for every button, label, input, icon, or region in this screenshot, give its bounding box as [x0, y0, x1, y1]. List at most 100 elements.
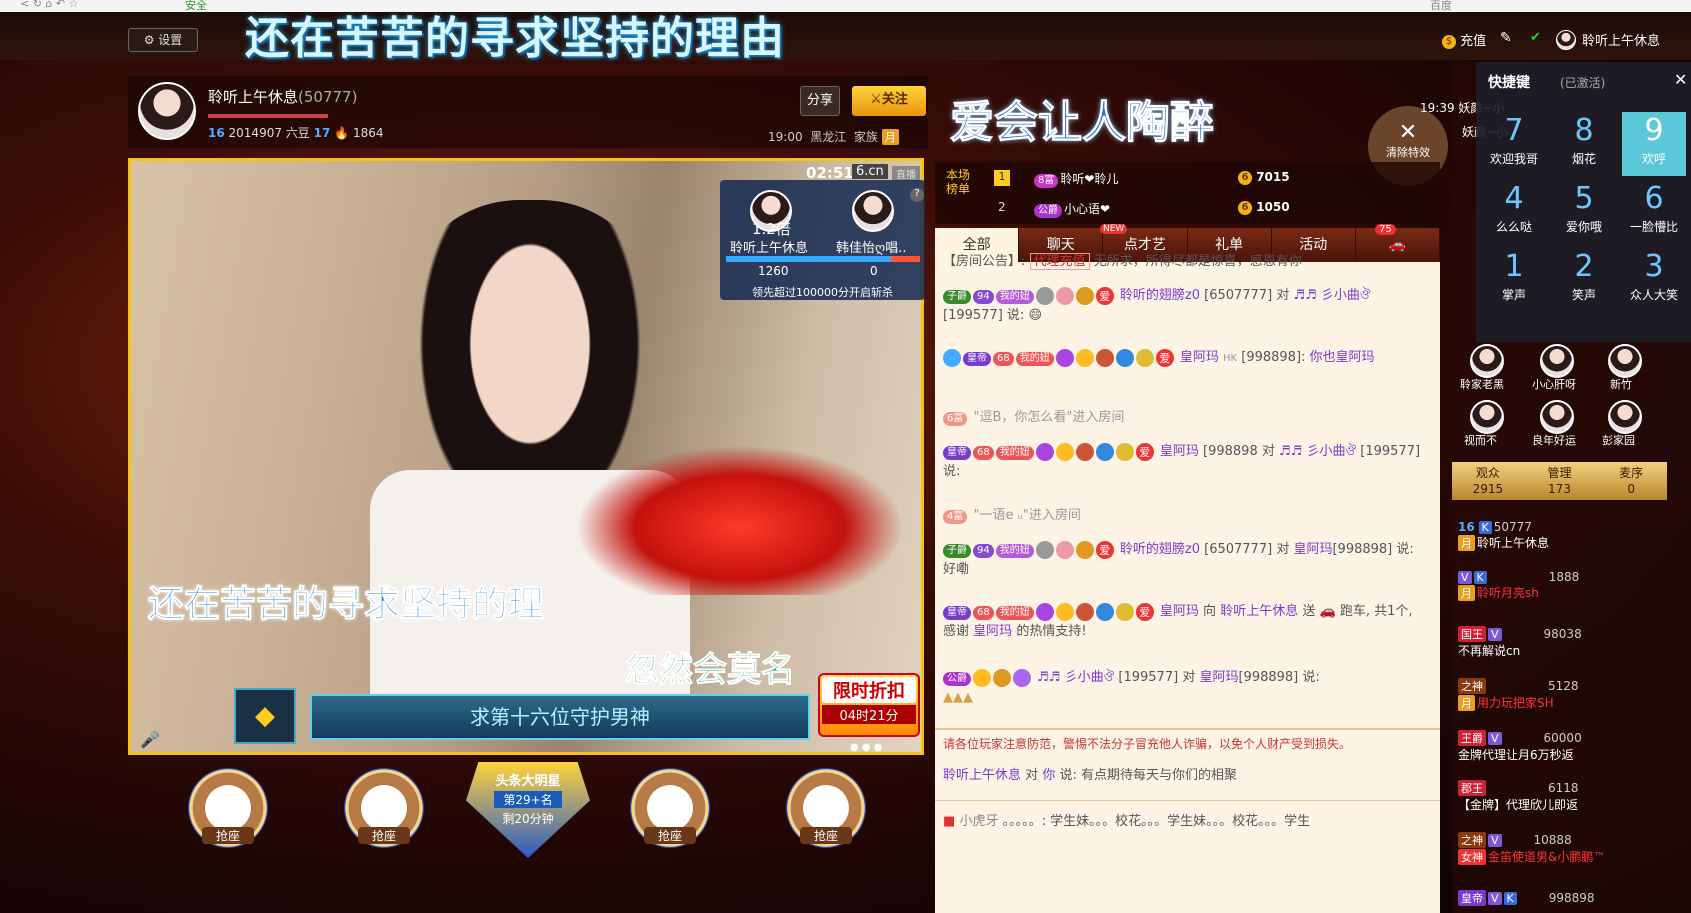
user-row-8[interactable]: 皇帝 V K 998898	[1458, 890, 1678, 906]
seat-2[interactable]: 抢座	[344, 768, 424, 848]
guard-name-1: 聆家老黑	[1460, 378, 1504, 391]
private-message: 聆听上午休息 对 你 说: 有点期待每天与你们的相聚	[943, 768, 1238, 783]
anchor-name-row: 聆听上午休息(50777)	[208, 86, 357, 107]
enter-message-2: 4富 "一语e ᵤ"进入房间	[943, 506, 1428, 526]
user-row-1[interactable]: 16 K 50777 月聆听上午休息	[1458, 520, 1678, 551]
pk-bar-fill	[726, 256, 891, 262]
guard-avatar-4[interactable]	[1470, 400, 1504, 434]
user-row-3[interactable]: 国王 V 98038 不再解说cn	[1458, 626, 1678, 659]
hotkey-1[interactable]: 1 掌声	[1482, 248, 1546, 312]
follow-button[interactable]: ⚔关注	[852, 86, 926, 116]
marquee: ■ 小虎牙 。。。。。: 学生妹。。。校花。。。学生妹。。。校花。。。学生	[943, 814, 1311, 829]
input-divider	[935, 800, 1440, 801]
seat-4[interactable]: 抢座	[786, 768, 866, 848]
back-icon[interactable]: < ↻ ⌂ ↶ ☆	[20, 0, 78, 10]
lyric-line-1: 还在苦苦的寻求坚持的理	[147, 584, 545, 626]
tab-admin[interactable]: 管理 173	[1524, 462, 1596, 500]
user-row-6[interactable]: 郡王 6118 【金牌】代理欣儿即返	[1458, 780, 1678, 813]
hotkey-8[interactable]: 8 烟花	[1552, 112, 1616, 176]
anchor-stats: 16 2014907 六豆 17 🔥 1864	[208, 124, 383, 141]
check-icon[interactable]: ✔	[1530, 30, 1541, 45]
guard-avatar-3[interactable]	[1608, 344, 1642, 378]
clap-emoji: ▲▲▲	[943, 690, 973, 705]
rank-label[interactable]: 本场榜单	[946, 168, 976, 196]
warning-text: 请各位玩家注意防范，警惕不法分子冒充他人诈骗，以免个人财产受到损失。	[943, 737, 1352, 751]
swords-icon: ⚔	[870, 92, 882, 107]
user-avatar[interactable]	[1556, 30, 1576, 50]
enter-message-1: 6富 "逗B，你怎么看"进入房间	[943, 408, 1428, 428]
guard-banner[interactable]: 求第十六位守护男神	[310, 694, 810, 740]
recharge-button[interactable]: $ 充值	[1442, 30, 1486, 49]
rank-row-2[interactable]: 公爵 小心语❤	[1034, 200, 1110, 218]
mic-icon[interactable]: 🎤	[140, 730, 160, 749]
level-left: 16	[208, 126, 225, 140]
seat-1[interactable]: 抢座	[188, 768, 268, 848]
pk-note: 领先超过100000分开启斩杀	[752, 286, 893, 299]
top-username[interactable]: 聆听上午休息	[1582, 30, 1660, 49]
baidu-label[interactable]: 百度	[1430, 0, 1452, 12]
room-notice: 【房间公告】: 代理充值 无所求，所得尽都是惊喜，感恩有你	[943, 253, 1302, 270]
notice-tag[interactable]: 代理充值	[1029, 253, 1090, 270]
level-progress	[208, 114, 328, 118]
tab-audience[interactable]: 观众 2915	[1452, 462, 1524, 500]
guard-name-6: 彭家园	[1602, 434, 1635, 447]
rank-num-2: 2	[998, 200, 1006, 214]
pk-left-name: 聆听上午休息	[730, 241, 809, 256]
user-row-7[interactable]: 之神 V 10888 女神 金笛使道男&小鹏鹏™	[1458, 832, 1678, 865]
love-icon: 爱	[1095, 286, 1114, 305]
hotkey-close-icon[interactable]: ✕	[1674, 70, 1687, 89]
hotkey-9[interactable]: 9 欢呼	[1622, 112, 1686, 176]
coin-icon: $	[1442, 34, 1456, 49]
hotkey-7[interactable]: 7 欢迎我哥	[1482, 112, 1546, 176]
rank-row-1[interactable]: 8富 聆听❤聆儿	[1034, 170, 1118, 188]
gift-message: 皇帝 68 我的妞爱 皇阿玛 向 聆听上午休息 送 🚗 跑车, 共1个, 感谢 皇阿…	[943, 602, 1413, 639]
car-badge: 75	[1375, 224, 1396, 235]
guard-name-4: 视而不	[1464, 434, 1497, 447]
chat-panel: 全部 聊天 点才艺 礼单 活动 🚗 NEW 75 【房间公告】: 代理充值 无所…	[935, 224, 1441, 913]
hotkey-6[interactable]: 6 一脸懵比	[1622, 180, 1686, 244]
guard-avatar-2[interactable]	[1540, 344, 1574, 378]
secure-label: 安全	[185, 0, 207, 12]
smile-emoji: 😄	[1028, 308, 1043, 323]
hotkey-panel: 快捷键 (已激活) ✕ 7 欢迎我哥 8 烟花 9 欢呼 4 么么哒 5 爱你哦 6 一脸懵…	[1476, 62, 1691, 342]
pk-right-name: 韩佳怡ღ唱..	[836, 241, 907, 256]
hotkey-state: (已激活)	[1560, 76, 1606, 90]
user-row-2[interactable]: V K 1888 月聆听月亮sh	[1458, 570, 1678, 601]
guard-grid: 聆家老黑 小心肝呀 新竹 视而不 良年好运 彭家园	[1460, 344, 1670, 456]
user-row-4[interactable]: 之神 5128 月用力玩把家SH	[1458, 678, 1678, 711]
discount-box[interactable]: 限时折扣 04时21分	[818, 673, 920, 737]
fire-count: 1864	[352, 126, 384, 140]
rank-num-1: 1	[994, 170, 1010, 186]
rank-coins-1: 6 7015	[1238, 170, 1290, 185]
carousel-dots[interactable]: ● ● ●	[850, 742, 883, 753]
user-row-5[interactable]: 王爵 V 60000 金牌代理让月6万秒返	[1458, 730, 1678, 763]
banner-title: 还在苦苦的寻求坚持的理由	[245, 13, 785, 64]
hotkey-3[interactable]: 3 众人大笑	[1622, 248, 1686, 312]
chat-message-1: 子爵 94 我的妞爱 聆听的翅膀z0 [6507777] 对 ♬♬ 彡小曲ঔ [19…	[943, 286, 1371, 323]
diamond-icon[interactable]: ◆	[234, 688, 296, 744]
guard-name-5: 良年好运	[1532, 434, 1576, 447]
tab-mic-queue[interactable]: 麦序 0	[1595, 462, 1667, 500]
help-icon[interactable]: ?	[910, 188, 924, 202]
share-button[interactable]: 分享	[800, 86, 840, 116]
seat-3[interactable]: 抢座	[630, 768, 710, 848]
edit-icon[interactable]: ✎	[1500, 30, 1512, 46]
sports-car-effect	[575, 445, 905, 595]
rank-panel	[935, 162, 1440, 224]
viewer-tabs: 观众 2915 管理 173 麦序 0	[1452, 462, 1667, 500]
hotkey-2[interactable]: 2 笑声	[1552, 248, 1616, 312]
rank-coins-2: 6 1050	[1238, 200, 1290, 215]
settings-button[interactable]: ⚙ 设置	[128, 28, 198, 52]
star-badge[interactable]: 头条大明星 第29+名 剩20分钟	[466, 762, 590, 858]
hotkey-5[interactable]: 5 爱你哦	[1552, 180, 1616, 244]
hotkey-4[interactable]: 4 么么哒	[1482, 180, 1546, 244]
anchor-avatar[interactable]	[138, 82, 196, 140]
anchor-name[interactable]: 聆听上午休息	[208, 88, 298, 106]
chat-divider[interactable]	[935, 728, 1440, 730]
guard-name-2: 小心肝呀	[1532, 378, 1576, 391]
hotkey-title: 快捷键	[1488, 75, 1530, 91]
guard-avatar-6[interactable]	[1608, 400, 1642, 434]
guard-avatar-1[interactable]	[1470, 344, 1504, 378]
guard-avatar-5[interactable]	[1540, 400, 1574, 434]
pk-left-score: 1260	[758, 264, 789, 278]
